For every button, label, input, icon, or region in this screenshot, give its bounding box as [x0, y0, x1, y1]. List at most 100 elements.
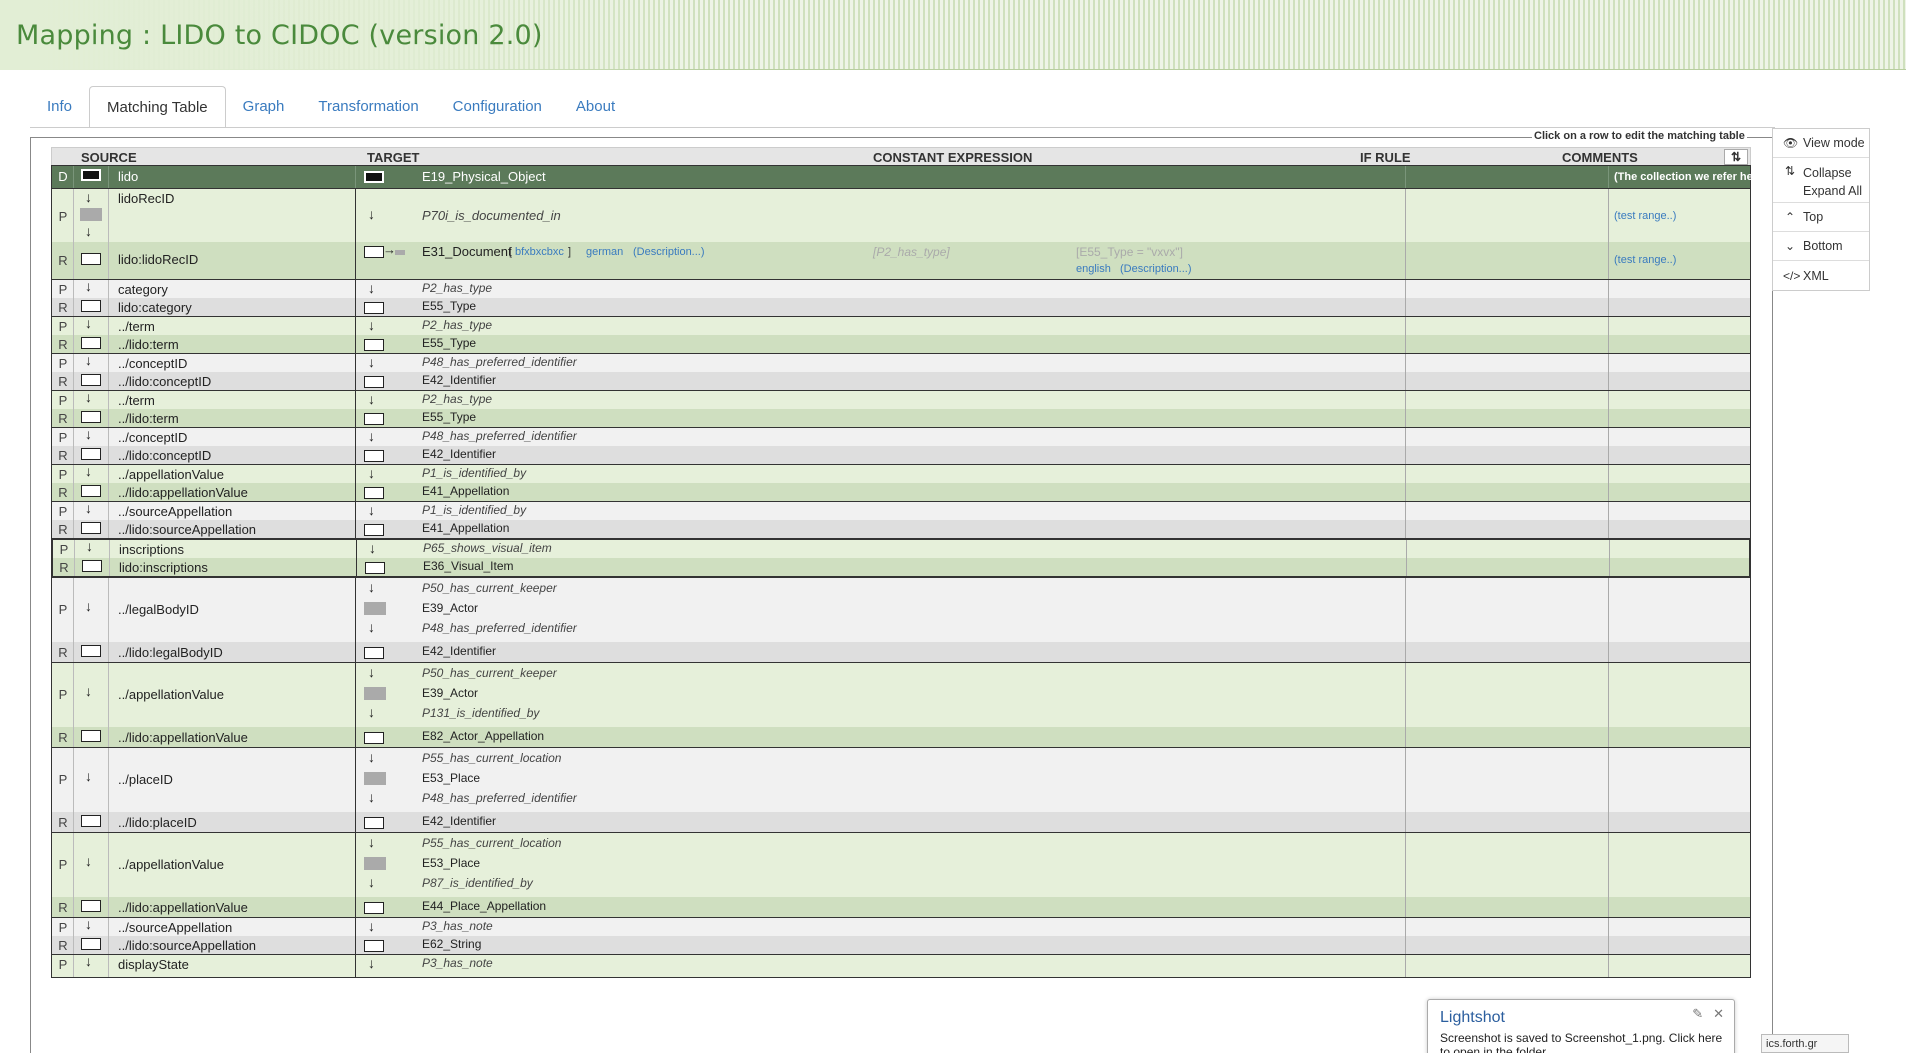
mapping-group[interactable]: P ↓ ../appellationValue ↓ P55_has_current_lo… — [51, 832, 1751, 918]
path-row[interactable]: P ↓ ../conceptID ↓ P48_has_preferred_identif… — [52, 352, 1750, 372]
notification-message[interactable]: Screenshot is saved to Screenshot_1.png.… — [1440, 1031, 1730, 1053]
source-path: ../lido:conceptID — [118, 448, 212, 463]
pin-icon[interactable]: ✎ — [1692, 1006, 1703, 1022]
range-row[interactable]: R ../lido:appellationValue E44_Place_Appel… — [52, 897, 1750, 917]
range-row[interactable]: R ../lido:placeID E42_Identifier — [52, 812, 1750, 832]
mapping-group[interactable]: P ↓ ../legalBodyID ↓ P50_has_current_keeper E… — [51, 577, 1751, 663]
source-path: ../appellationValue — [118, 467, 225, 482]
row-type-label: R — [59, 560, 69, 575]
path-row[interactable]: P ↓ category ↓ P2_has_type — [52, 278, 1750, 298]
arrow-down-icon: ↓ — [368, 834, 375, 850]
path-row[interactable]: P ↓ inscriptions ↓ P65_shows_visual_item — [53, 538, 1749, 558]
path-row[interactable]: P ↓ ../legalBodyID ↓ P50_has_current_keeper E… — [52, 578, 1750, 642]
mapping-group[interactable]: P ↓ ../conceptID ↓ P48_has_preferred_identif… — [51, 426, 1751, 465]
comment-link[interactable]: (test range..) — [1614, 210, 1676, 222]
mapping-group[interactable]: P ↓ ../placeID ↓ P55_has_current_location E53… — [51, 747, 1751, 833]
collapse-label[interactable]: Collapse — [1803, 164, 1862, 182]
view-mode-button[interactable]: 👁 View mode — [1773, 129, 1869, 158]
row-type-label: R — [58, 374, 68, 389]
intermediate-box-icon — [80, 208, 102, 221]
row-type-label: R — [58, 938, 68, 953]
tab-about[interactable]: About — [559, 86, 632, 128]
path-row[interactable]: P ↓ ../term ↓ P2_has_type — [52, 315, 1750, 335]
tab-info[interactable]: Info — [30, 86, 89, 128]
lightshot-notification[interactable]: Lightshot ✎ ✕ Screenshot is saved to Scr… — [1427, 999, 1735, 1053]
path-row[interactable]: P ↓ ../conceptID ↓ P48_has_preferred_identif… — [52, 426, 1750, 446]
tab-matching-table[interactable]: Matching Table — [89, 86, 226, 128]
tab-bar: Info Matching Table Graph Transformation… — [30, 86, 632, 128]
tab-transformation[interactable]: Transformation — [301, 86, 435, 128]
bottom-button[interactable]: ⌄ Bottom — [1773, 232, 1869, 261]
arrow-down-icon: ↓ — [368, 874, 375, 890]
arrow-down-icon: ↓ — [368, 206, 375, 222]
path-row[interactable]: P ↓ ../term ↓ P2_has_type — [52, 389, 1750, 409]
row-type-label: P — [58, 857, 68, 872]
cell-if — [1406, 936, 1609, 954]
language-tag[interactable]: english — [1076, 263, 1111, 275]
source-path: ../lido:term — [118, 411, 179, 426]
range-row[interactable]: R ../lido:term E55_Type — [52, 409, 1750, 427]
sort-button[interactable]: ⇅ — [1724, 149, 1748, 165]
intermediate-box-icon — [364, 772, 386, 785]
arrow-down-icon: ↓ — [368, 428, 375, 444]
source-path: ../lido:appellationValue — [118, 730, 248, 745]
path-row[interactable]: P ↓ ../placeID ↓ P55_has_current_location E53… — [52, 748, 1750, 812]
top-button[interactable]: ⌃ Top — [1773, 203, 1869, 232]
path-row[interactable]: P ↓ ../appellationValue ↓ P55_has_current_lo… — [52, 833, 1750, 897]
path-row[interactable]: P ↓ ↓ lidoRecID ↓ P70i_is_documented_in … — [52, 189, 1750, 242]
range-row[interactable]: R ../lido:conceptID E42_Identifier — [52, 446, 1750, 464]
cell-target — [356, 642, 1406, 662]
range-row[interactable]: Rlido:inscriptions E36_Visual_Item — [53, 558, 1749, 576]
language-tag[interactable]: german — [586, 246, 623, 258]
expand-all-label[interactable]: Expand All — [1803, 182, 1862, 200]
path-row[interactable]: P ↓ ../sourceAppellation ↓ P1_is_identified_… — [52, 500, 1750, 520]
xml-button[interactable]: </> XML — [1773, 261, 1869, 290]
mapping-group[interactable]: P ↓ displayState ↓ P3_has_note — [51, 953, 1751, 978]
row-type-label: R — [58, 730, 68, 745]
entity-box-icon — [364, 171, 384, 183]
mapping-group[interactable]: P ↓ ../appellationValue ↓ P50_has_current_ke… — [51, 662, 1751, 748]
domain-row[interactable]: D lido E19_Physical_Object (The collecti… — [52, 166, 1782, 188]
description-link[interactable]: (Description...) — [1120, 263, 1192, 275]
mapping-group[interactable]: P ↓ ../sourceAppellation ↓ P1_is_identified_… — [51, 500, 1751, 539]
mapping-group[interactable]: P ↓ category ↓ P2_has_type Rlido:category E55_… — [51, 278, 1751, 317]
close-icon[interactable]: ✕ — [1713, 1006, 1724, 1022]
cell-comments — [1609, 833, 1750, 897]
target-property: P55_has_current_location — [422, 836, 562, 850]
type-tag[interactable]: bfxbxcbxc — [515, 246, 564, 258]
arrow-down-icon: ↓ — [85, 389, 92, 405]
mapping-group[interactable]: P ↓ ../sourceAppellation ↓ P3_has_note R ../li… — [51, 916, 1751, 955]
range-row[interactable]: Rlido:category E55_Type — [52, 298, 1750, 316]
range-row[interactable]: R lido:lidoRecID → E31_Document [ bfxbxc… — [52, 242, 1750, 279]
mapping-group[interactable]: P ↓ ../term ↓ P2_has_type R ../lido:term E55_Ty… — [51, 389, 1751, 428]
range-row[interactable]: R ../lido:appellationValue E41_Appellation — [52, 483, 1750, 501]
cell-target — [356, 520, 1406, 538]
path-row[interactable]: P ↓ ../appellationValue ↓ P50_has_current_ke… — [52, 663, 1750, 727]
cell-comments — [1609, 578, 1750, 642]
tab-configuration[interactable]: Configuration — [436, 86, 559, 128]
arrow-down-icon: ↓ — [368, 354, 375, 370]
range-row[interactable]: R ../lido:term E55_Type — [52, 335, 1750, 353]
entity-box-icon — [364, 339, 384, 351]
mapping-group[interactable]: P ↓ ../conceptID ↓ P48_has_preferred_identif… — [51, 352, 1751, 391]
range-row[interactable]: R ../lido:sourceAppellation E41_Appellatio… — [52, 520, 1750, 538]
comment-link[interactable]: (test range..) — [1614, 254, 1676, 266]
tab-graph[interactable]: Graph — [226, 86, 302, 128]
cell-comments — [1609, 317, 1750, 335]
mapping-group[interactable]: P ↓ ../term ↓ P2_has_type R ../lido:term E55_Ty… — [51, 315, 1751, 354]
cell-if — [1406, 833, 1609, 897]
range-row[interactable]: R ../lido:conceptID E42_Identifier — [52, 372, 1750, 390]
range-row[interactable]: R ../lido:legalBodyID E42_Identifier — [52, 642, 1750, 662]
arrow-down-icon: ↓ — [85, 916, 92, 932]
mapping-group[interactable]: P ↓ inscriptions ↓ P65_shows_visual_item Rlid… — [51, 538, 1751, 578]
path-row[interactable]: P ↓ displayState ↓ P3_has_note — [52, 953, 1750, 977]
collapse-expand-button[interactable]: ⇅ Collapse Expand All — [1773, 158, 1869, 203]
mapping-group[interactable]: P ↓ ↓ lidoRecID ↓ P70i_is_documented_in … — [51, 188, 1751, 280]
path-row[interactable]: P ↓ ../appellationValue ↓ P1_is_identified_b… — [52, 463, 1750, 483]
domain-group[interactable]: D lido E19_Physical_Object (The collecti… — [51, 165, 1782, 189]
description-link[interactable]: (Description...) — [633, 246, 705, 258]
path-row[interactable]: P ↓ ../sourceAppellation ↓ P3_has_note — [52, 916, 1750, 936]
range-row[interactable]: R ../lido:appellationValue E82_Actor_Appel… — [52, 727, 1750, 747]
mapping-group[interactable]: P ↓ ../appellationValue ↓ P1_is_identified_b… — [51, 463, 1751, 502]
range-row[interactable]: R ../lido:sourceAppellation E62_String — [52, 936, 1750, 954]
